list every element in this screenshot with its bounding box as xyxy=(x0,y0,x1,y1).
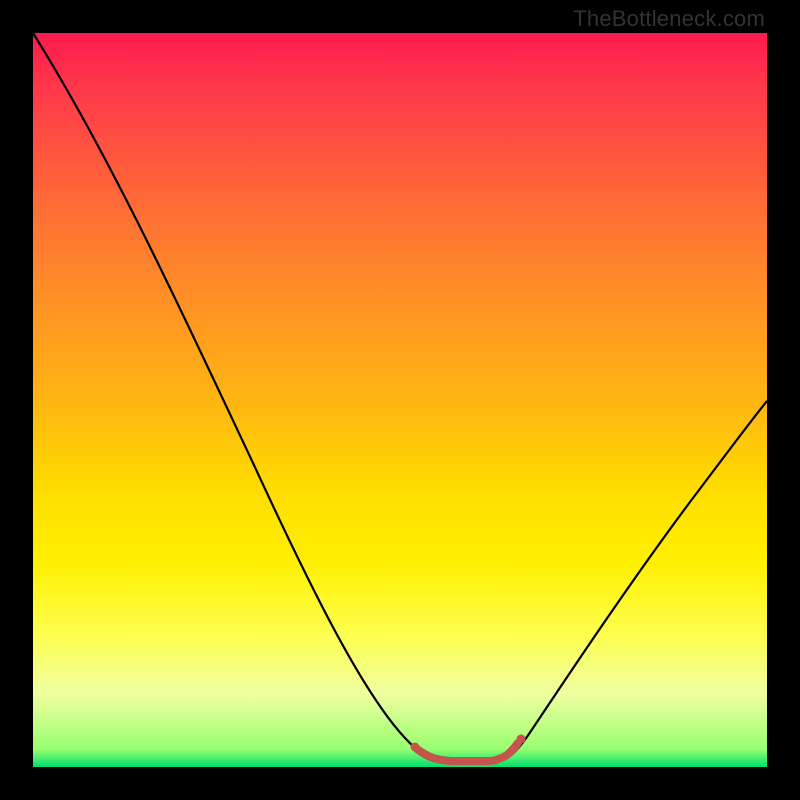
optimal-segment-path xyxy=(417,743,518,761)
optimal-endpoint-left xyxy=(411,743,420,752)
optimal-endpoint-right xyxy=(517,735,526,744)
chart-frame: TheBottleneck.com xyxy=(0,0,800,800)
bottleneck-curve-path xyxy=(33,33,767,760)
chart-svg xyxy=(33,33,767,767)
watermark-text: TheBottleneck.com xyxy=(573,6,765,32)
